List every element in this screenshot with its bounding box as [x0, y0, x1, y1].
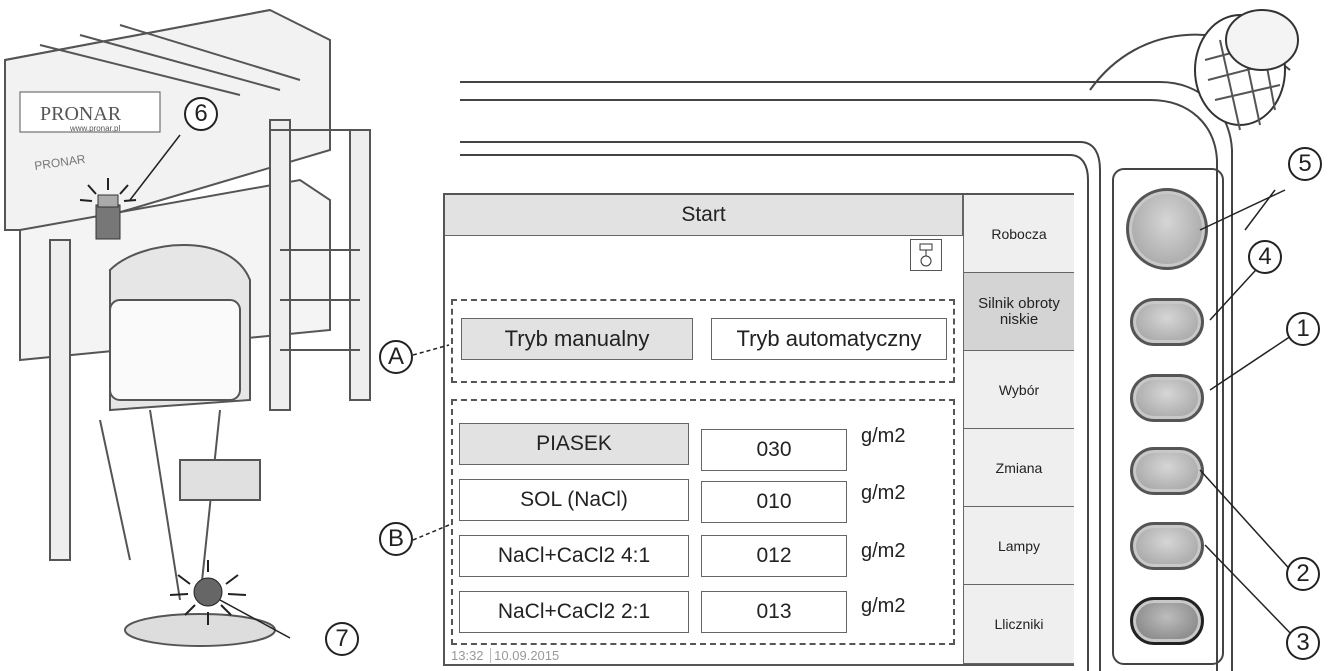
rate-value[interactable]: 012	[701, 535, 847, 577]
spreader-illustration: PRONAR www.pronar.pl PRONAR	[4, 8, 371, 647]
callout-b: B	[379, 522, 413, 556]
manual-mode-button[interactable]: Tryb manualny	[461, 318, 693, 360]
pump-icon[interactable]	[910, 239, 942, 271]
hardware-button-2[interactable]	[1130, 447, 1204, 495]
rate-unit: g/m2	[861, 540, 906, 562]
hardware-button-5[interactable]	[1126, 188, 1208, 270]
callout-3: 3	[1286, 626, 1320, 660]
menu-wybor[interactable]: Wybór	[963, 351, 1074, 429]
callout-a: A	[379, 340, 413, 374]
status-date: 10.09.2015	[490, 648, 560, 663]
hardware-button-6[interactable]	[1130, 597, 1204, 645]
hardware-button-3[interactable]	[1130, 522, 1204, 570]
callout-2: 2	[1286, 557, 1320, 591]
brand-logo: PRONAR	[40, 103, 122, 125]
callout-4: 4	[1248, 240, 1282, 274]
material-sol[interactable]: SOL (NaCl)	[459, 479, 689, 521]
material-piasek[interactable]: PIASEK	[459, 423, 689, 465]
automatic-mode-button[interactable]: Tryb automatyczny	[711, 318, 947, 360]
menu-silnik-obroty-niskie[interactable]: Silnik obroty niskie	[963, 273, 1074, 351]
rate-unit: g/m2	[861, 595, 906, 617]
joystick-icon	[1194, 9, 1299, 131]
rate-unit: g/m2	[861, 425, 906, 447]
rate-value[interactable]: 030	[701, 429, 847, 471]
menu-robocza[interactable]: Robocza	[963, 195, 1074, 273]
material-nacl-cacl2-2-1[interactable]: NaCl+CaCl2 2:1	[459, 591, 689, 633]
menu-lampy[interactable]: Lampy	[963, 507, 1074, 585]
display-screen: Start Robocza Silnik obroty niskie Wybór…	[443, 193, 1074, 666]
rate-value[interactable]: 010	[701, 481, 847, 523]
callout-7: 7	[325, 622, 359, 656]
callout-6: 6	[184, 97, 218, 131]
rate-value[interactable]: 013	[701, 591, 847, 633]
menu-liczniki[interactable]: Lliczniki	[963, 585, 1074, 664]
material-nacl-cacl2-4-1[interactable]: NaCl+CaCl2 4:1	[459, 535, 689, 577]
hardware-button-4[interactable]	[1130, 298, 1204, 346]
hardware-button-panel	[1112, 168, 1224, 665]
callout-5: 5	[1288, 147, 1322, 181]
status-time: 13:32	[451, 648, 484, 663]
screen-title: Start	[445, 195, 963, 236]
menu-zmiana[interactable]: Zmiana	[963, 429, 1074, 507]
callout-1: 1	[1286, 312, 1320, 346]
hardware-button-1[interactable]	[1130, 374, 1204, 422]
brand-url: www.pronar.pl	[69, 124, 120, 133]
status-bar: 13:32 10.09.2015	[451, 648, 560, 663]
rate-unit: g/m2	[861, 482, 906, 504]
